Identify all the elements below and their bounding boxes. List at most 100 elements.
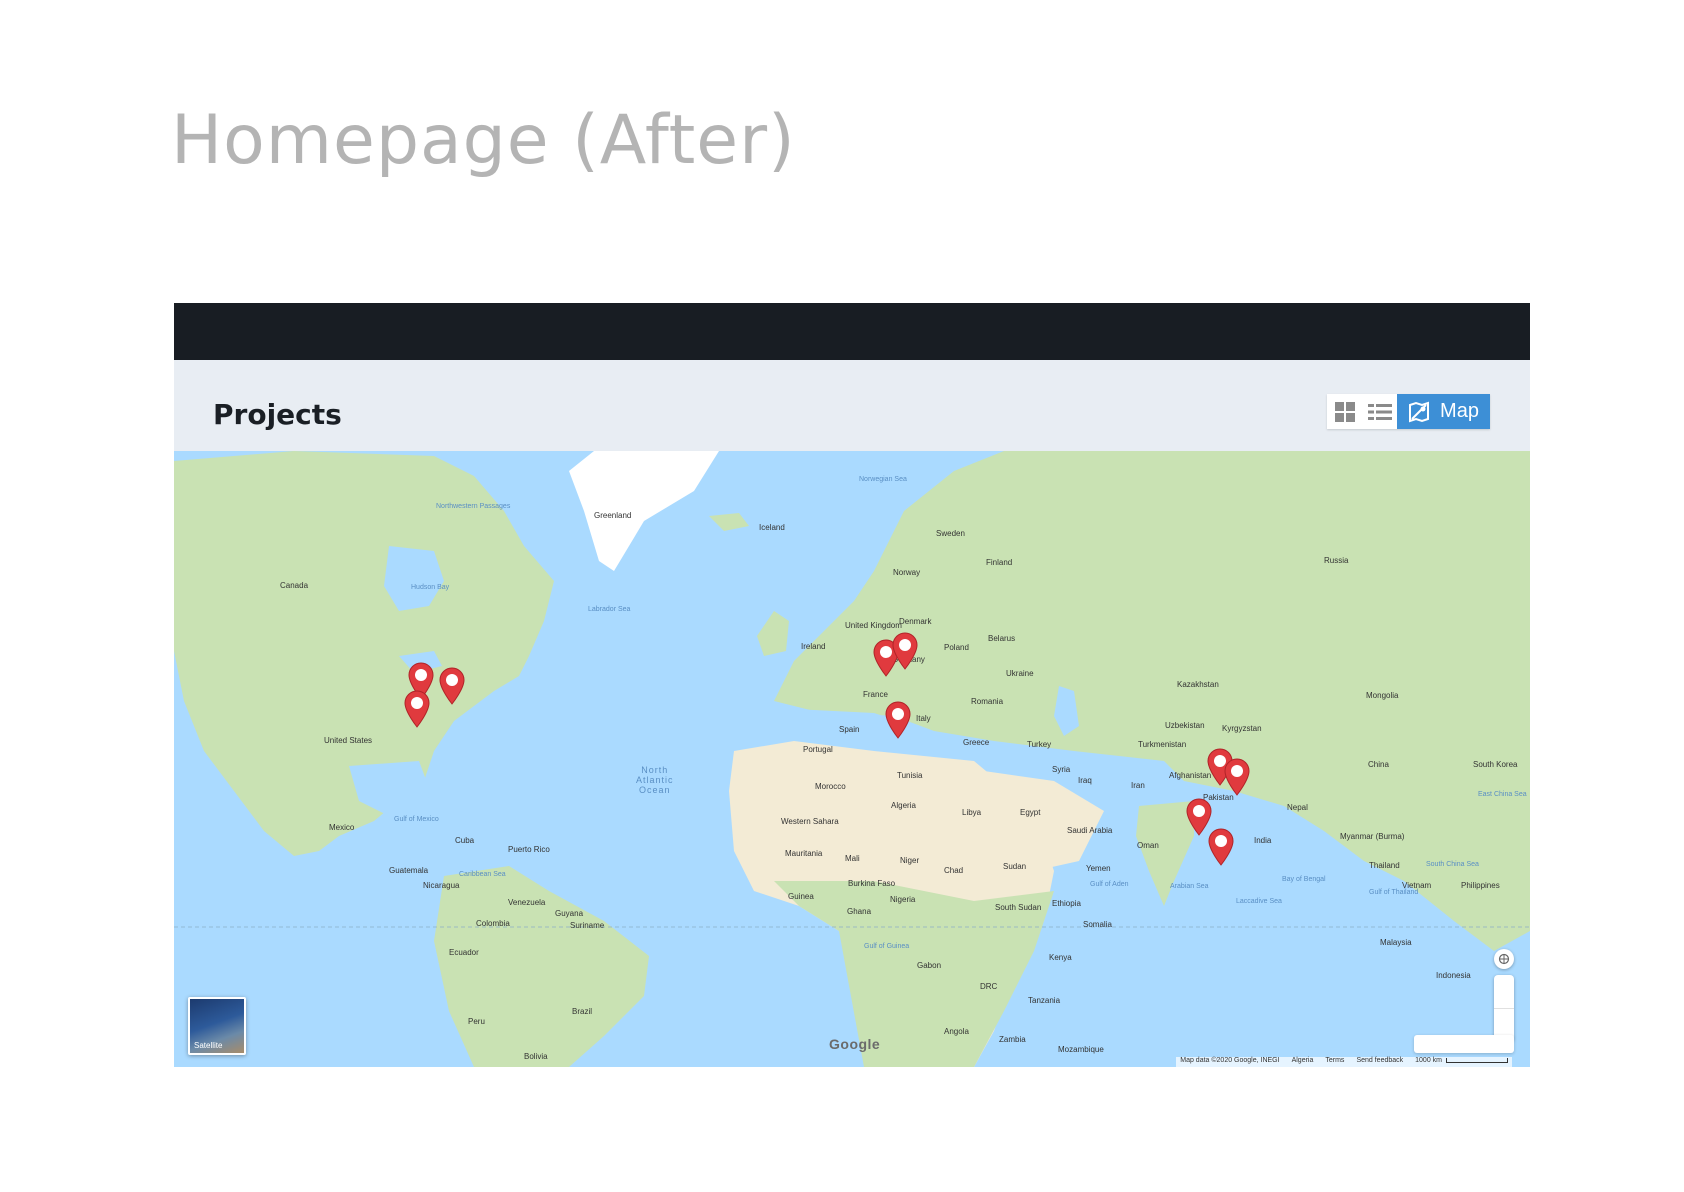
map-basemap [174, 451, 1530, 1067]
marker-austria[interactable] [890, 630, 920, 670]
map-label: Kazakhstan [1177, 680, 1219, 689]
uk-ireland [757, 611, 789, 656]
map-pin-icon [1224, 758, 1250, 796]
map-label: Kyrgyzstan [1222, 724, 1262, 733]
view-toggle: Map [1327, 394, 1490, 429]
map-label: Mozambique [1058, 1045, 1104, 1054]
map-label: Nicaragua [423, 881, 460, 890]
map-pin-icon [439, 667, 465, 705]
marker-lucknow[interactable] [1222, 756, 1252, 796]
map-footer-control[interactable] [1414, 1035, 1514, 1053]
map-label: Nepal [1287, 803, 1308, 812]
map-label: Ethiopia [1052, 899, 1081, 908]
terms-link[interactable]: Terms [1325, 1057, 1344, 1067]
map-label: Norwegian Sea [859, 476, 907, 483]
map-label: Sweden [936, 529, 965, 538]
map-label: Chad [944, 866, 964, 875]
google-logo: Google [829, 1036, 881, 1052]
marker-michigan[interactable] [437, 665, 467, 705]
map-label: Belarus [988, 634, 1016, 643]
map-label: Sudan [1003, 862, 1027, 871]
map-label: Northwestern Passages [436, 503, 511, 510]
landmass-south-america [434, 866, 649, 1067]
map-label: Burkina Faso [848, 879, 896, 888]
send-feedback-link[interactable]: Send feedback [1356, 1057, 1403, 1067]
map-label: Greece [963, 738, 990, 747]
satellite-toggle-button[interactable]: Satellite [188, 997, 246, 1055]
map-label: Morocco [815, 782, 846, 791]
map-label: Indonesia [1436, 971, 1471, 980]
slide-title: Homepage (After) [171, 101, 796, 180]
grid-icon [1334, 401, 1355, 422]
map-label: Saudi Arabia [1067, 826, 1113, 835]
map-label: Kenya [1049, 953, 1072, 962]
map-label: Oman [1137, 841, 1159, 850]
map-label: Guyana [555, 909, 584, 918]
marker-tunisia[interactable] [883, 699, 913, 739]
map-label: Niger [900, 856, 920, 865]
map-pin-icon [885, 701, 911, 739]
map-label: Colombia [476, 919, 510, 928]
map-label: Romania [971, 697, 1004, 706]
map-label: Gulf of Guinea [864, 943, 910, 950]
map-label: Somalia [1083, 920, 1112, 929]
map-label: Philippines [1461, 881, 1500, 890]
map-label: Western Sahara [781, 817, 839, 826]
map-label: Zambia [999, 1035, 1026, 1044]
map-label: Turkey [1027, 740, 1052, 749]
map-label: Yemen [1086, 864, 1111, 873]
map-label: China [1368, 760, 1389, 769]
map-label: Greenland [594, 511, 632, 520]
page-title: Projects [213, 398, 342, 431]
map-label: Libya [962, 808, 982, 817]
map-icon [1409, 401, 1430, 422]
map-label: Tanzania [1028, 996, 1061, 1005]
map-label: DRC [980, 982, 998, 991]
map-label: South Sudan [995, 903, 1042, 912]
map-label: Labrador Sea [588, 606, 631, 613]
map-label: Iran [1131, 781, 1145, 790]
map-pin-icon [892, 632, 918, 670]
map-label: Ireland [801, 642, 826, 651]
map-label: Mongolia [1366, 691, 1399, 700]
list-icon [1367, 403, 1392, 420]
map-label: France [863, 690, 888, 699]
map-label: South Korea [1473, 760, 1518, 769]
map-label: Myanmar (Burma) [1340, 832, 1405, 841]
map-label: Bolivia [524, 1052, 548, 1061]
map-label: Canada [280, 581, 309, 590]
map-label: Thailand [1369, 861, 1400, 870]
map-label: Norway [893, 568, 921, 577]
map-label: Venezuela [508, 898, 546, 907]
map-label: Hudson Bay [411, 584, 450, 591]
marker-missouri[interactable] [402, 688, 432, 729]
map-label: Ecuador [449, 948, 479, 957]
map-label: Tunisia [897, 771, 923, 780]
map-label: Ghana [847, 907, 872, 916]
map-label: Angola [944, 1027, 969, 1036]
map-pin-icon [404, 690, 430, 729]
zoom-in-button[interactable] [1494, 975, 1514, 1009]
street-view-pegman-button[interactable] [1494, 949, 1514, 969]
map-view-button[interactable]: Map [1397, 394, 1490, 429]
scale-indicator: 1000 km [1415, 1057, 1508, 1067]
top-navigation-bar [174, 303, 1530, 360]
map-label: Iceland [759, 523, 785, 532]
world-map[interactable]: Greenland Iceland Norwegian Sea Sweden F… [174, 451, 1530, 1067]
grid-view-button[interactable] [1327, 394, 1362, 429]
map-label: Mauritania [785, 849, 823, 858]
map-view-label: Map [1440, 400, 1479, 422]
satellite-label: Satellite [194, 1041, 223, 1050]
map-label: Suriname [570, 921, 605, 930]
marker-bangalore[interactable] [1206, 826, 1236, 867]
landmass-europe [774, 451, 1074, 751]
iceland [709, 513, 749, 531]
map-label: Mexico [329, 823, 355, 832]
map-label: Syria [1052, 765, 1071, 774]
list-view-button[interactable] [1362, 394, 1397, 429]
map-label: Bay of Bengal [1282, 876, 1326, 883]
map-label: South China Sea [1426, 861, 1479, 868]
map-label: Gabon [917, 961, 942, 970]
map-label: Malaysia [1380, 938, 1412, 947]
map-label: Peru [468, 1017, 485, 1026]
